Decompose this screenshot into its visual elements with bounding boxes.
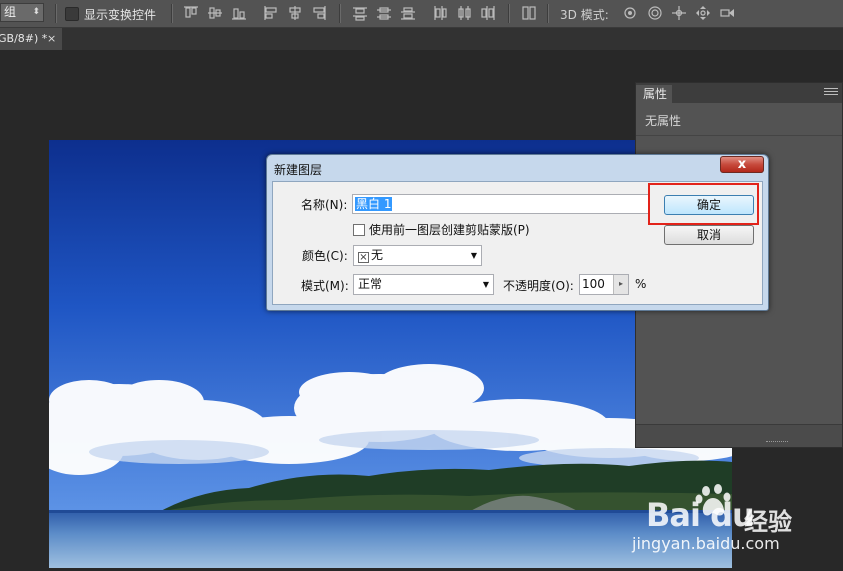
color-select[interactable]: × 无 ▼	[353, 245, 482, 266]
opacity-value: 100	[582, 277, 605, 291]
mode-select[interactable]: 正常 ▼	[353, 274, 494, 295]
opacity-label: 不透明度(O):	[503, 279, 574, 293]
layer-name-input[interactable]: 黑白 1	[352, 194, 649, 214]
dropdown-arrow-icon: ⬍	[32, 7, 40, 17]
opacity-spinner-icon[interactable]: ▸	[613, 275, 628, 294]
dialog-close-button[interactable]: x	[720, 156, 764, 173]
align-top-icon[interactable]	[183, 5, 199, 21]
auto-align-layers-icon[interactable]	[521, 5, 537, 21]
distribute-left-icon[interactable]	[432, 5, 448, 21]
resize-grip-icon[interactable]	[766, 441, 788, 444]
toolbar-separator	[547, 4, 549, 23]
layer-name-value: 黑白 1	[355, 197, 393, 211]
clip-mask-checkbox[interactable]	[353, 224, 365, 236]
color-select-value: 无	[371, 248, 384, 262]
distribute-vertical-center-icon[interactable]	[376, 5, 392, 21]
chevron-down-icon: ▼	[482, 280, 489, 289]
opacity-input[interactable]: 100 ▸	[579, 274, 629, 295]
ok-highlight-box	[648, 183, 759, 225]
3d-mode-label: 3D 模式:	[560, 8, 609, 22]
options-bar: 组 ⬍ 显示变换控件 3D 模式:	[0, 0, 843, 28]
toolbar-separator	[171, 4, 173, 23]
toolbar-separator	[508, 4, 510, 23]
align-bottom-icon[interactable]	[231, 5, 247, 21]
no-properties-text: 无属性	[645, 114, 682, 128]
dialog-title: 新建图层	[274, 163, 323, 177]
panel-tab-strip: 属性	[636, 83, 842, 103]
toolbar-separator	[339, 4, 341, 23]
align-vertical-center-icon[interactable]	[207, 5, 223, 21]
clip-mask-label: 使用前一图层创建剪贴蒙版(P)	[369, 223, 530, 237]
roll-3d-icon[interactable]	[647, 5, 663, 21]
align-horizontal-center-icon[interactable]	[287, 5, 303, 21]
distribute-horizontal-center-icon[interactable]	[456, 5, 472, 21]
rotate-3d-icon[interactable]	[622, 5, 638, 21]
panel-divider	[636, 135, 842, 136]
watermark-url: jingyan.baidu.com	[632, 534, 780, 553]
document-tab-title: GB/8#) *	[0, 32, 48, 45]
distribute-bottom-icon[interactable]	[400, 5, 416, 21]
auto-select-value: 组	[4, 5, 17, 19]
panel-footer	[636, 424, 842, 447]
panel-menu-icon[interactable]	[824, 86, 838, 98]
show-transform-checkbox[interactable]	[65, 7, 79, 21]
color-label: 颜色(C):	[302, 249, 348, 263]
distribute-right-icon[interactable]	[480, 5, 496, 21]
mode-label: 模式(M):	[301, 279, 349, 293]
tab-properties[interactable]: 属性	[636, 85, 672, 103]
watermark-logo-text: Bai du	[646, 496, 755, 534]
opacity-unit: %	[635, 277, 647, 291]
baidu-watermark: Bai du 经验 jingyan.baidu.com	[632, 478, 840, 558]
document-tab[interactable]: GB/8#) * ×	[0, 28, 62, 50]
align-left-icon[interactable]	[263, 5, 279, 21]
name-label: 名称(N):	[301, 198, 348, 212]
document-tab-bar: GB/8#) * ×	[0, 28, 843, 50]
cancel-button[interactable]: 取消	[664, 225, 754, 245]
show-transform-label: 显示变换控件	[84, 8, 157, 22]
auto-select-dropdown[interactable]: 组 ⬍	[0, 3, 44, 22]
no-color-icon: ×	[358, 252, 369, 263]
scale-3d-icon[interactable]	[719, 5, 735, 21]
align-right-icon[interactable]	[311, 5, 327, 21]
watermark-logo-cn: 经验	[744, 508, 792, 536]
drag-3d-icon[interactable]	[671, 5, 687, 21]
distribute-top-icon[interactable]	[352, 5, 368, 21]
new-layer-dialog: 新建图层 x 名称(N): 黑白 1 使用前一图层创建剪贴蒙版(P) 颜色(C)…	[266, 154, 769, 311]
slide-3d-icon[interactable]	[695, 5, 711, 21]
close-tab-icon[interactable]: ×	[47, 28, 56, 50]
mode-select-value: 正常	[358, 277, 383, 291]
toolbar-separator	[55, 4, 57, 23]
chevron-down-icon: ▼	[470, 251, 477, 260]
